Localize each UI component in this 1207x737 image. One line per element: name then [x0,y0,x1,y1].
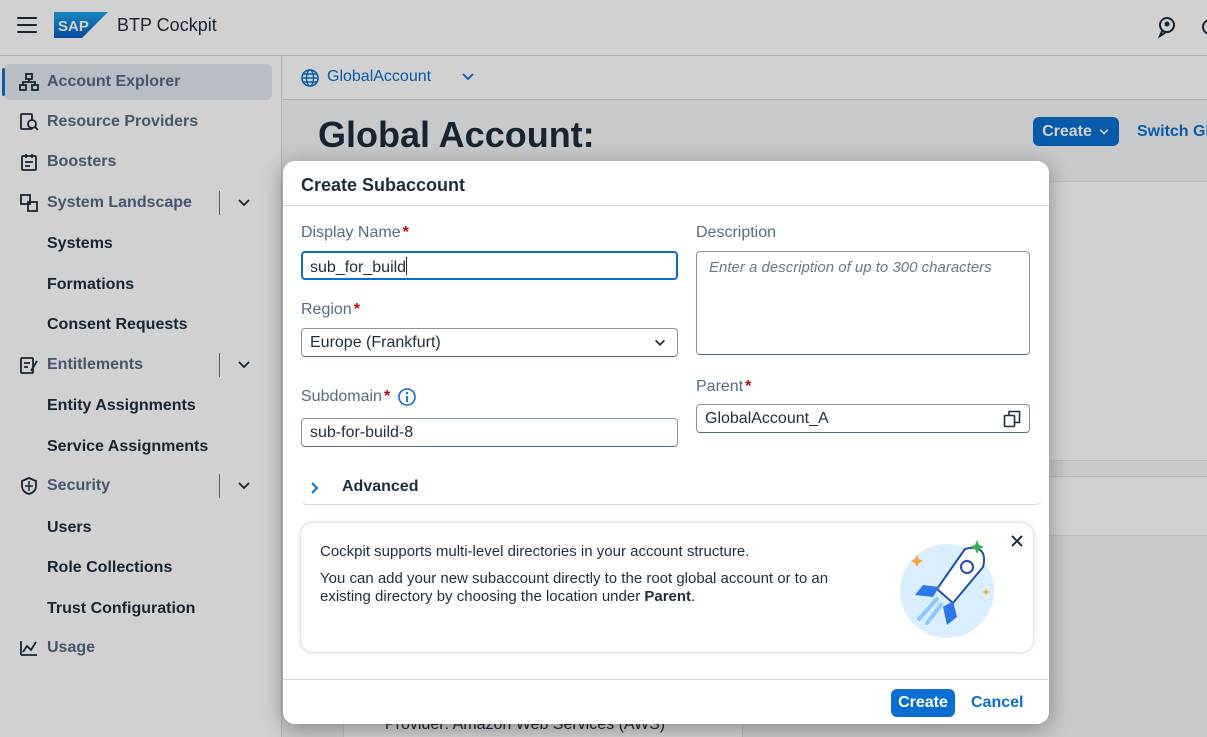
subdomain-value: sub-for-build-8 [310,424,414,441]
region-value: Europe (Frankfurt) [310,334,441,351]
info-text-line2-body: You can add your new subaccount directly… [320,570,829,605]
chevron-down-icon [655,339,665,346]
parent-label-text: Parent [696,378,744,395]
copy-icon[interactable] [1003,410,1021,428]
create-subaccount-dialog: Create Subaccount Display Name * sub_for_… [283,161,1049,724]
parent-input[interactable]: GlobalAccount_A [696,404,1030,433]
dialog-footer: Create Cancel [283,679,1049,724]
create-button[interactable]: Create [891,689,955,717]
subdomain-input[interactable]: sub-for-build-8 [301,418,678,447]
close-icon[interactable] [1009,533,1025,549]
cancel-button[interactable]: Cancel [971,694,1023,712]
parent-label: Parent * [696,378,751,396]
subdomain-label-text: Subdomain [301,388,382,405]
parent-value: GlobalAccount_A [705,410,829,427]
text-cursor [406,257,408,275]
region-select[interactable]: Europe (Frankfurt) [301,328,678,357]
info-message-strip: Cockpit supports multi-level directories… [301,523,1033,652]
rocket-illustration [900,540,994,638]
dialog-title: Create Subaccount [301,175,466,195]
chevron-right-icon [311,482,319,494]
info-parent-emphasis: Parent [644,588,692,605]
info-text-line2-end: . [691,588,696,605]
display-name-input[interactable]: sub_for_build [301,251,678,280]
description-label: Description [696,224,777,241]
advanced-section-toggle[interactable]: Advanced [301,471,1042,505]
subdomain-label: Subdomain * [301,388,390,406]
region-label: Region * [301,301,360,319]
required-mark: * [745,378,752,395]
description-textarea[interactable]: Enter a description of up to 300 charact… [696,251,1030,355]
required-mark: * [353,301,360,318]
display-name-value: sub_for_build [310,259,407,276]
display-name-label: Display Name * [301,224,409,242]
info-text-line2: You can add your new subaccount directly… [320,570,880,606]
required-mark: * [383,388,391,405]
info-text-line1: Cockpit supports multi-level directories… [320,543,750,560]
display-name-label-text: Display Name [301,224,401,241]
dialog-header: Create Subaccount [283,161,1049,206]
region-label-text: Region [301,301,352,318]
required-mark: * [402,224,409,241]
info-icon[interactable] [397,387,417,407]
advanced-label: Advanced [342,478,419,495]
